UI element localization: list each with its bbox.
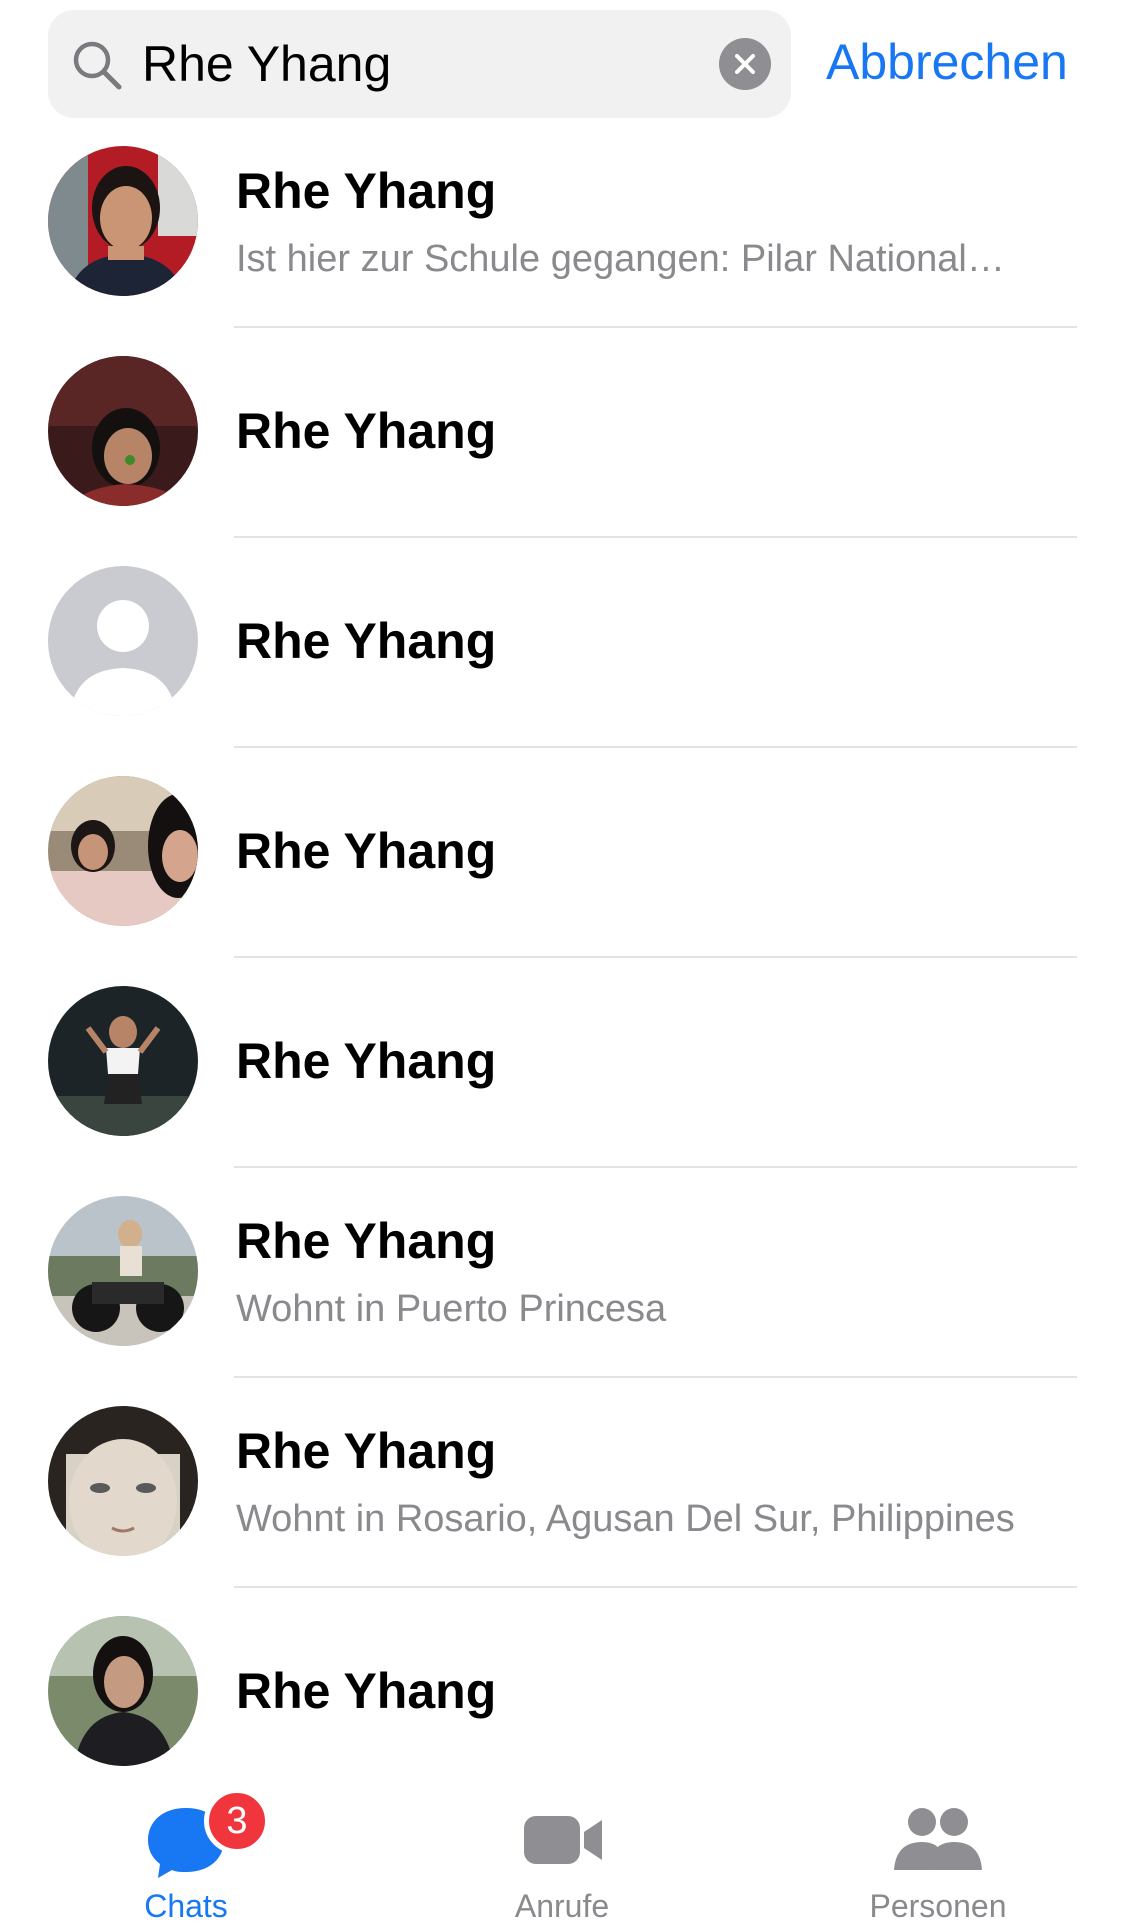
video-camera-icon	[524, 1816, 602, 1864]
contact-name: Rhe Yhang	[236, 613, 497, 669]
contact-name: Rhe Yhang	[236, 823, 497, 879]
tab-label: Personen	[869, 1888, 1007, 1924]
divider	[234, 746, 1077, 748]
contact-name: Rhe Yhang	[236, 163, 497, 219]
divider	[234, 1166, 1077, 1168]
search-result-row[interactable]: Rhe Yhang Wohnt in Puerto Princesa	[0, 1196, 1125, 1406]
avatar	[48, 356, 198, 506]
tab-calls[interactable]: Anrufe	[412, 1770, 712, 1927]
contact-name: Rhe Yhang	[236, 1213, 497, 1269]
search-bar[interactable]: Rhe Yhang	[48, 10, 791, 118]
contact-name: Rhe Yhang	[236, 1663, 497, 1719]
cancel-button[interactable]: Abbrechen	[826, 22, 1068, 102]
avatar	[48, 1406, 198, 1556]
search-icon	[73, 41, 122, 90]
avatar	[48, 146, 198, 296]
contact-subtitle: Wohnt in Rosario, Agusan Del Sur, Philip…	[236, 1498, 1015, 1540]
divider	[234, 326, 1077, 328]
avatar	[48, 1616, 198, 1766]
search-input[interactable]: Rhe Yhang	[142, 10, 391, 118]
contact-subtitle: Wohnt in Puerto Princesa	[236, 1288, 667, 1330]
unread-badge: 3	[204, 1788, 270, 1854]
search-result-row[interactable]: Rhe Yhang Ist hier zur Schule gegangen: …	[0, 146, 1125, 356]
contact-name: Rhe Yhang	[236, 1033, 497, 1089]
default-avatar-icon	[48, 566, 198, 716]
avatar	[48, 986, 198, 1136]
tab-label: Anrufe	[514, 1888, 610, 1924]
contact-name: Rhe Yhang	[236, 403, 497, 459]
divider	[234, 536, 1077, 538]
search-result-row[interactable]: Rhe Yhang	[0, 986, 1125, 1196]
search-results-list: Rhe Yhang Ist hier zur Schule gegangen: …	[0, 146, 1125, 1826]
contact-name: Rhe Yhang	[236, 1423, 497, 1479]
search-result-row[interactable]: Rhe Yhang	[0, 566, 1125, 776]
clear-search-button[interactable]	[719, 38, 771, 90]
people-icon	[894, 1808, 982, 1870]
search-result-row[interactable]: Rhe Yhang Wohnt in Rosario, Agusan Del S…	[0, 1406, 1125, 1616]
close-icon	[735, 54, 755, 74]
avatar	[48, 776, 198, 926]
divider	[234, 956, 1077, 958]
tab-chats[interactable]: 3 Chats	[36, 1770, 336, 1927]
divider	[234, 1376, 1077, 1378]
tab-people[interactable]: Personen	[788, 1770, 1088, 1927]
contact-subtitle: Ist hier zur Schule gegangen: Pilar Nati…	[236, 238, 1005, 280]
divider	[234, 1586, 1077, 1588]
tab-bar: 3 Chats Anrufe Personen	[0, 1770, 1125, 1927]
search-result-row[interactable]: Rhe Yhang	[0, 356, 1125, 566]
tab-label: Chats	[144, 1888, 228, 1924]
avatar	[48, 1196, 198, 1346]
search-result-row[interactable]: Rhe Yhang	[0, 776, 1125, 986]
